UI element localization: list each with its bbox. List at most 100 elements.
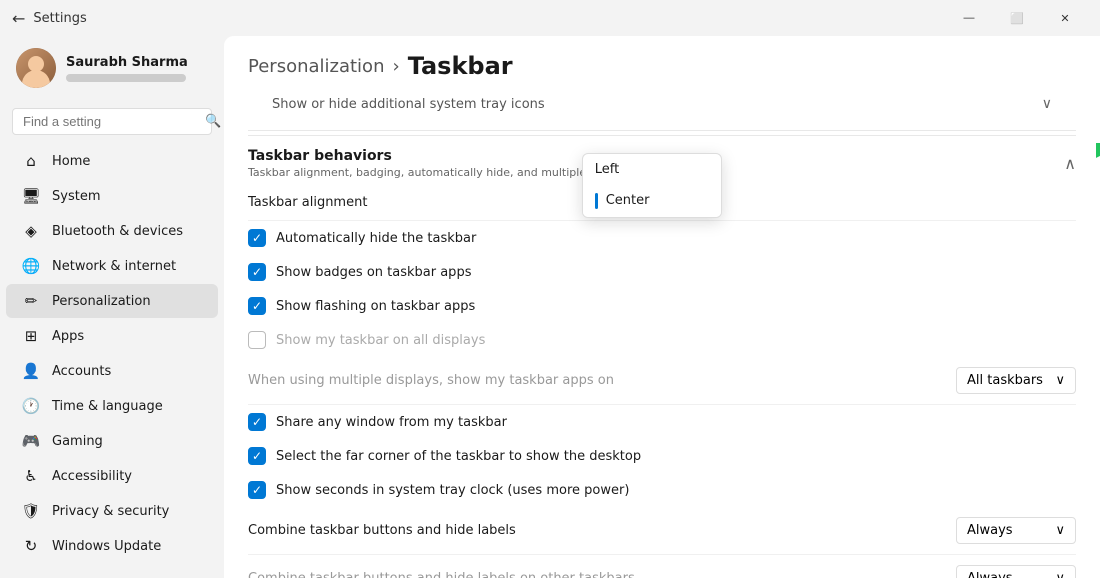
sidebar-item-label-bluetooth: Bluetooth & devices <box>52 224 183 239</box>
sidebar-item-apps[interactable]: ⊞ Apps <box>6 319 218 353</box>
checkbox-row-badges[interactable]: Show badges on taskbar apps <box>248 255 1076 289</box>
breadcrumb: Personalization › Taskbar <box>224 36 1100 88</box>
sidebar-item-home[interactable]: ⌂ Home <box>6 144 218 178</box>
checkbox-label-seconds: Show seconds in system tray clock (uses … <box>276 483 629 498</box>
green-arrow-svg <box>1096 143 1100 233</box>
multiple-displays-row: When using multiple displays, show my ta… <box>248 357 1076 405</box>
sidebar-item-privacy[interactable]: 🛡 Privacy & security <box>6 494 218 528</box>
tray-icons-chevron[interactable]: ∨ <box>1042 96 1052 112</box>
combine-dropdown[interactable]: Always ∨ <box>956 517 1076 544</box>
main-content: Personalization › Taskbar Show or hide a… <box>224 36 1100 578</box>
alignment-center-label: Center <box>606 193 650 208</box>
tray-icons-row[interactable]: Show or hide additional system tray icon… <box>272 88 1052 120</box>
home-icon: ⌂ <box>22 152 40 170</box>
combine-value: Always <box>967 523 1013 538</box>
alignment-popup: Left Center <box>582 153 722 218</box>
checkbox-row-all-displays[interactable]: Show my taskbar on all displays <box>248 323 1076 357</box>
multiple-displays-value: All taskbars <box>967 373 1043 388</box>
sidebar-item-accessibility[interactable]: ♿ Accessibility <box>6 459 218 493</box>
checkbox-row-flashing[interactable]: Show flashing on taskbar apps <box>248 289 1076 323</box>
combine-row: Combine taskbar buttons and hide labels … <box>248 507 1076 555</box>
tray-icons-section: Show or hide additional system tray icon… <box>248 88 1076 131</box>
minimize-button[interactable]: — <box>946 4 992 32</box>
back-icon[interactable]: ← <box>12 9 25 28</box>
titlebar: ← Settings — ⬜ ✕ <box>0 0 1100 36</box>
checkbox-seconds[interactable] <box>248 481 266 499</box>
sidebar-item-label-home: Home <box>52 154 90 169</box>
sidebar-item-label-privacy: Privacy & security <box>52 504 169 519</box>
sidebar-item-personalization[interactable]: ✏ Personalization <box>6 284 218 318</box>
checkbox-list: Automatically hide the taskbar Show badg… <box>248 221 1076 357</box>
breadcrumb-parent: Personalization <box>248 56 384 77</box>
multiple-displays-dropdown[interactable]: All taskbars ∨ <box>956 367 1076 394</box>
more-checkbox-list: Share any window from my taskbar Select … <box>248 405 1076 507</box>
checkbox-row-auto-hide[interactable]: Automatically hide the taskbar <box>248 221 1076 255</box>
sidebar-item-label-personalization: Personalization <box>52 294 151 309</box>
checkbox-row-seconds[interactable]: Show seconds in system tray clock (uses … <box>248 473 1076 507</box>
sidebar-item-label-windows-update: Windows Update <box>52 539 161 554</box>
sidebar-item-bluetooth[interactable]: ◈ Bluetooth & devices <box>6 214 218 248</box>
sidebar-item-label-apps: Apps <box>52 329 84 344</box>
checkbox-all-displays[interactable] <box>248 331 266 349</box>
search-icon: 🔍 <box>205 114 221 129</box>
windows-update-icon: ↻ <box>22 537 40 555</box>
checkbox-label-far-corner: Select the far corner of the taskbar to … <box>276 449 641 464</box>
sidebar-item-accounts[interactable]: 👤 Accounts <box>6 354 218 388</box>
checkbox-flashing[interactable] <box>248 297 266 315</box>
sidebar-item-network[interactable]: 🌐 Network & internet <box>6 249 218 283</box>
tray-icons-label: Show or hide additional system tray icon… <box>272 97 545 112</box>
breadcrumb-separator: › <box>392 56 399 77</box>
combine-chevron: ∨ <box>1055 523 1065 538</box>
settings-section: Show or hide additional system tray icon… <box>224 88 1100 578</box>
search-box[interactable]: 🔍 <box>12 108 212 135</box>
search-input[interactable] <box>23 114 199 129</box>
accessibility-icon: ♿ <box>22 467 40 485</box>
multiple-displays-label: When using multiple displays, show my ta… <box>248 373 614 388</box>
sidebar-item-label-time: Time & language <box>52 399 163 414</box>
combine-other-value: Always <box>967 571 1013 578</box>
sidebar-item-label-network: Network & internet <box>52 259 176 274</box>
checkbox-label-all-displays: Show my taskbar on all displays <box>276 333 485 348</box>
checkbox-row-far-corner[interactable]: Select the far corner of the taskbar to … <box>248 439 1076 473</box>
behaviors-title-group: Taskbar behaviors Taskbar alignment, bad… <box>248 148 634 179</box>
alignment-option-center[interactable]: Center <box>583 185 721 217</box>
network-icon: 🌐 <box>22 257 40 275</box>
sidebar-item-label-accessibility: Accessibility <box>52 469 132 484</box>
alignment-option-left[interactable]: Left <box>583 154 721 185</box>
behaviors-collapse-icon[interactable]: ∧ <box>1064 154 1076 173</box>
avatar <box>16 48 56 88</box>
sidebar-item-time[interactable]: 🕐 Time & language <box>6 389 218 423</box>
checkbox-share-window[interactable] <box>248 413 266 431</box>
alignment-row: Taskbar alignment Left Center <box>248 185 1076 221</box>
combine-label: Combine taskbar buttons and hide labels <box>248 523 516 538</box>
combine-other-chevron: ∨ <box>1055 571 1065 578</box>
sidebar-item-system[interactable]: 🖥 System <box>6 179 218 213</box>
user-profile: Saurabh Sharma <box>0 36 224 100</box>
checkbox-label-share-window: Share any window from my taskbar <box>276 415 507 430</box>
checkbox-auto-hide[interactable] <box>248 229 266 247</box>
app-body: Saurabh Sharma 🔍 ⌂ Home 🖥 System ◈ Bluet… <box>0 36 1100 578</box>
sidebar-item-windows-update[interactable]: ↻ Windows Update <box>6 529 218 563</box>
breadcrumb-current: Taskbar <box>408 52 513 80</box>
apps-icon: ⊞ <box>22 327 40 345</box>
checkbox-badges[interactable] <box>248 263 266 281</box>
nav-list: ⌂ Home 🖥 System ◈ Bluetooth & devices 🌐 … <box>0 143 224 564</box>
combine-other-dropdown[interactable]: Always ∨ <box>956 565 1076 578</box>
sidebar-item-label-gaming: Gaming <box>52 434 103 449</box>
maximize-button[interactable]: ⬜ <box>994 4 1040 32</box>
checkbox-label-flashing: Show flashing on taskbar apps <box>276 299 475 314</box>
privacy-icon: 🛡 <box>22 502 40 520</box>
close-button[interactable]: ✕ <box>1042 4 1088 32</box>
sidebar-item-label-accounts: Accounts <box>52 364 111 379</box>
combine-other-row: Combine taskbar buttons and hide labels … <box>248 555 1076 578</box>
sidebar: Saurabh Sharma 🔍 ⌂ Home 🖥 System ◈ Bluet… <box>0 36 224 578</box>
combine-other-label: Combine taskbar buttons and hide labels … <box>248 571 635 578</box>
gaming-icon: 🎮 <box>22 432 40 450</box>
sidebar-item-gaming[interactable]: 🎮 Gaming <box>6 424 218 458</box>
user-name: Saurabh Sharma <box>66 55 188 70</box>
checkbox-row-share-window[interactable]: Share any window from my taskbar <box>248 405 1076 439</box>
app-title: Settings <box>33 11 86 26</box>
time-icon: 🕐 <box>22 397 40 415</box>
titlebar-left: ← Settings <box>12 9 87 28</box>
checkbox-far-corner[interactable] <box>248 447 266 465</box>
